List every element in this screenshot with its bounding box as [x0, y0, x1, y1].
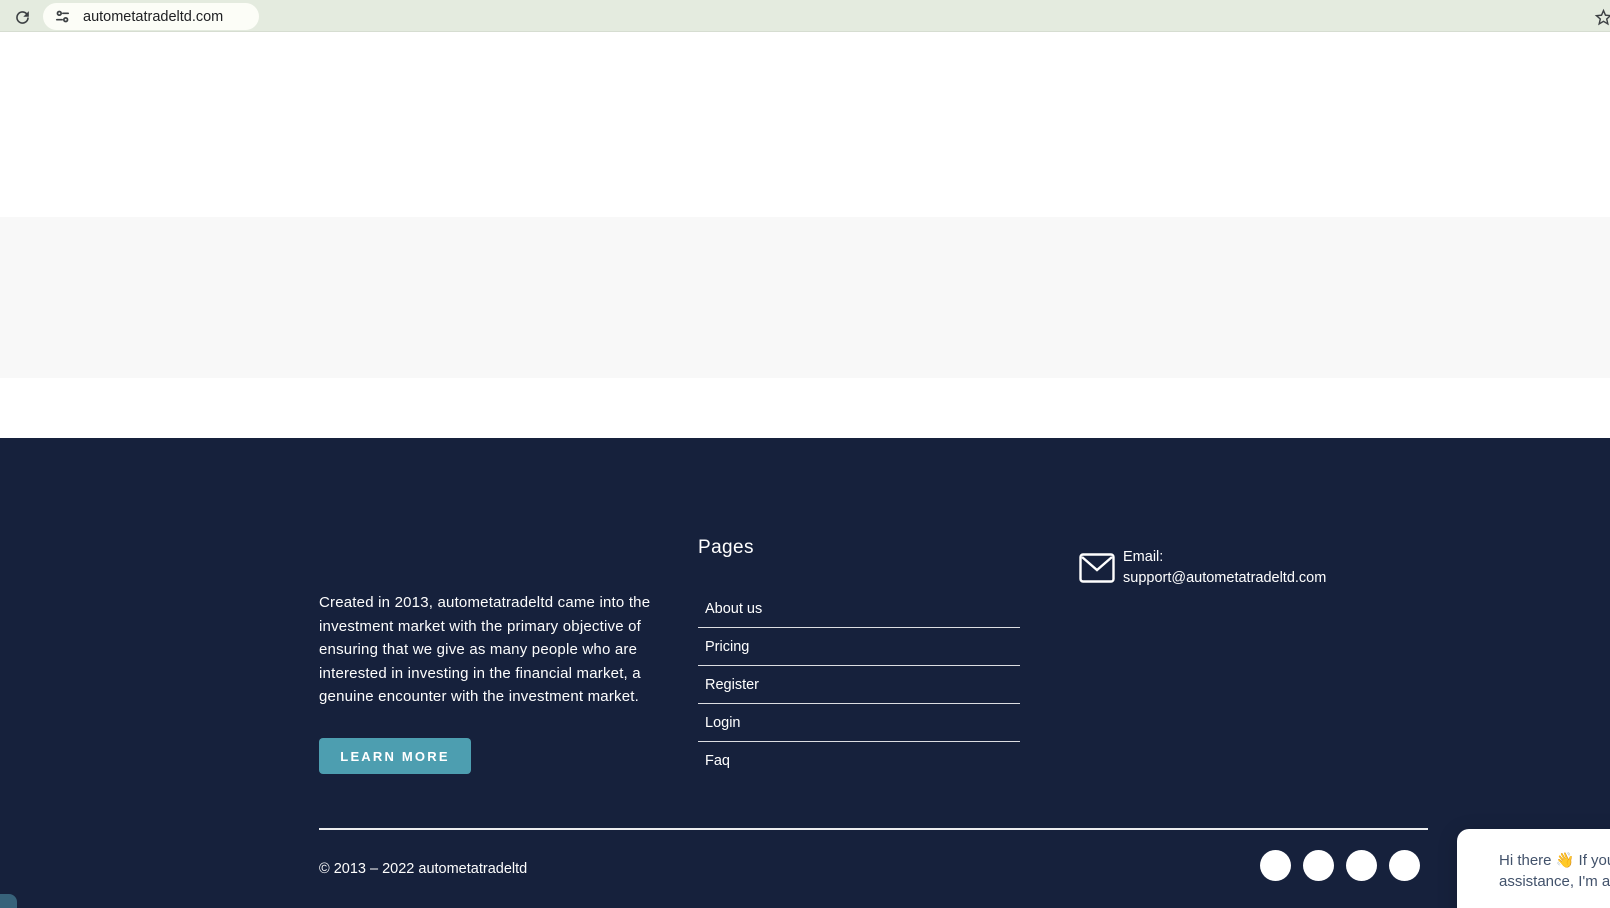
reload-icon	[11, 8, 33, 27]
email-address[interactable]: support@autometatradeltd.com	[1123, 568, 1326, 589]
footer-link-pricing[interactable]: Pricing	[698, 628, 1020, 666]
bookmark-button[interactable]	[1593, 5, 1610, 29]
content-section-top	[0, 33, 1610, 217]
content-section-middle	[0, 217, 1610, 378]
social-icon-2[interactable]	[1303, 850, 1334, 881]
social-icon-3[interactable]	[1346, 850, 1377, 881]
corner-widget[interactable]	[0, 894, 17, 908]
email-label: Email:	[1123, 549, 1164, 565]
footer-link-register[interactable]: Register	[698, 666, 1020, 704]
content-section-bottom	[0, 378, 1610, 438]
url-text[interactable]: autometatradeltd.com	[83, 9, 223, 25]
footer-divider	[319, 828, 1428, 830]
social-icon-4[interactable]	[1389, 850, 1420, 881]
chat-message-line1: Hi there 👋 If you	[1499, 852, 1610, 869]
chat-message-line2: assistance, I'm al	[1499, 873, 1610, 890]
footer-link-faq[interactable]: Faq	[698, 742, 1020, 779]
site-footer: Created in 2013, autometatradeltd came i…	[0, 438, 1610, 908]
social-icons-row	[1260, 850, 1420, 881]
learn-more-button[interactable]: LEARN MORE	[319, 738, 471, 774]
chat-widget[interactable]: Hi there 👋 If you assistance, I'm al	[1457, 829, 1610, 908]
site-settings-icon[interactable]	[54, 8, 71, 25]
footer-link-about-us[interactable]: About us	[698, 590, 1020, 628]
footer-contact: Email: support@autometatradeltd.com	[1079, 547, 1326, 589]
footer-about-text: Created in 2013, autometatradeltd came i…	[319, 594, 651, 705]
envelope-icon	[1079, 553, 1115, 583]
copyright-text: © 2013 – 2022 autometatradeltd	[319, 861, 528, 877]
footer-link-login[interactable]: Login	[698, 704, 1020, 742]
footer-pages-heading: Pages	[698, 537, 754, 558]
browser-toolbar: autometatradeltd.com	[0, 0, 1610, 32]
social-icon-1[interactable]	[1260, 850, 1291, 881]
url-bar[interactable]: autometatradeltd.com	[43, 3, 259, 30]
footer-pages-links: About us Pricing Register Login Faq	[698, 590, 1020, 779]
star-icon	[1593, 7, 1610, 28]
reload-button[interactable]	[11, 6, 33, 28]
browser-window: autometatradeltd.com Created in 2013, au…	[0, 0, 1610, 908]
